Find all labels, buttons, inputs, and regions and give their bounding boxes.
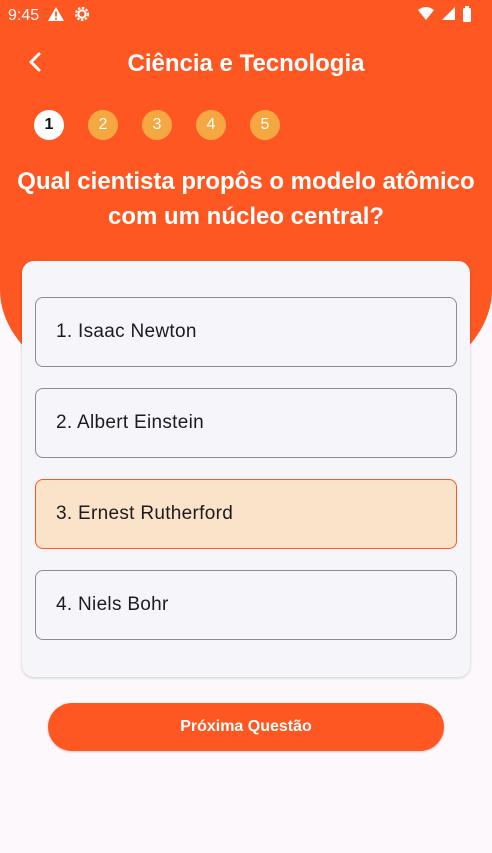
back-button[interactable] (16, 44, 56, 84)
wifi-icon (417, 6, 435, 26)
answer-option-4[interactable]: 4. Niels Bohr (35, 570, 457, 640)
app-bar: Ciência e Tecnologia (0, 40, 492, 88)
question-text: Qual cientista propôs o modelo atômico c… (17, 168, 475, 230)
step-1: 1 (34, 110, 64, 140)
question-steps: 1 2 3 4 5 (34, 110, 280, 140)
next-question-button[interactable]: Próxima Questão (48, 703, 444, 751)
step-4: 4 (196, 110, 226, 140)
answer-option-3[interactable]: 3. Ernest Rutherford (35, 479, 457, 549)
answer-option-1[interactable]: 1. Isaac Newton (35, 297, 457, 367)
status-bar: 9:45 (0, 0, 492, 32)
step-2: 2 (88, 110, 118, 140)
step-3: 3 (142, 110, 172, 140)
status-right (417, 5, 472, 27)
signal-icon (441, 6, 456, 26)
quiz-screen: 9:45 Ciência e Tecnologia 1 2 3 4 5 Qual… (0, 0, 492, 853)
answer-option-2[interactable]: 2. Albert Einstein (35, 388, 457, 458)
settings-icon (73, 5, 91, 28)
answers-card: 1. Isaac Newton 2. Albert Einstein 3. Er… (22, 261, 470, 677)
screen-title: Ciência e Tecnologia (127, 50, 365, 77)
alert-icon (47, 6, 65, 27)
status-left: 9:45 (8, 5, 91, 28)
chevron-left-icon (26, 51, 46, 78)
battery-icon (462, 5, 472, 27)
status-time: 9:45 (8, 7, 40, 24)
step-5: 5 (250, 110, 280, 140)
